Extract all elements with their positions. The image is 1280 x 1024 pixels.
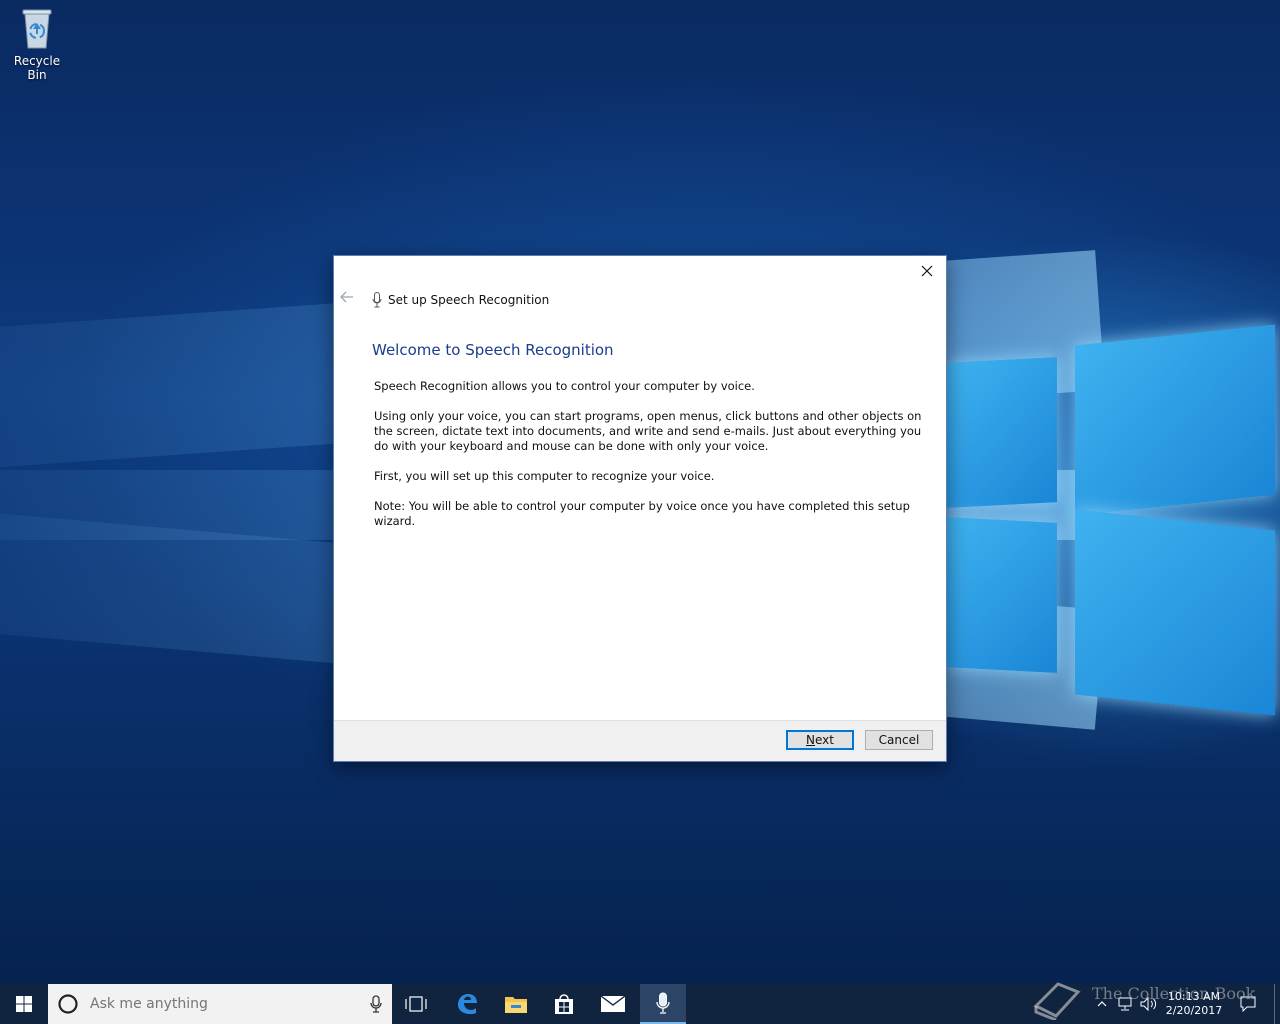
- close-icon: [921, 265, 933, 277]
- watermark-text: The Collection Book: [1092, 984, 1256, 1003]
- dialog-body: Speech Recognition allows you to control…: [374, 379, 929, 544]
- store-icon: [555, 994, 573, 1014]
- task-view-button[interactable]: [394, 984, 438, 1024]
- recycle-bin-icon: [19, 6, 55, 50]
- file-explorer-taskbar-button[interactable]: [494, 984, 538, 1024]
- store-taskbar-button[interactable]: [542, 984, 586, 1024]
- mail-icon: [600, 995, 626, 1012]
- speech-recognition-icon: [656, 992, 670, 1014]
- windows-logo-pane: [1075, 324, 1275, 516]
- microphone-icon[interactable]: [370, 995, 382, 1013]
- back-arrow-icon: [340, 291, 353, 303]
- note-paragraph: Note: You will be able to control your c…: [374, 499, 910, 528]
- dialog-title: Set up Speech Recognition: [388, 293, 550, 307]
- taskbar: 10:13 AM 2/20/2017 The Collection Book: [0, 982, 1280, 1024]
- search-input[interactable]: [88, 995, 352, 1013]
- windows-logo-pane: [1075, 509, 1275, 716]
- file-explorer-icon: [505, 997, 527, 1013]
- show-desktop-button[interactable]: [1274, 984, 1280, 1024]
- dialog-footer: Next Cancel: [334, 720, 946, 761]
- desktop-icon-label: Recycle Bin: [13, 54, 61, 82]
- speech-recognition-taskbar-button[interactable]: [640, 984, 686, 1024]
- capabilities-paragraph: Using only your voice, you can start pro…: [374, 409, 922, 453]
- dialog-heading: Welcome to Speech Recognition: [372, 341, 614, 359]
- next-button-label: Next: [806, 733, 834, 747]
- cortana-icon: [58, 994, 78, 1014]
- windows-logo-pane: [947, 517, 1057, 673]
- next-button[interactable]: Next: [786, 730, 854, 750]
- edge-taskbar-button[interactable]: [445, 984, 489, 1024]
- start-button[interactable]: [0, 984, 48, 1024]
- clock-date: 2/20/2017: [1165, 1004, 1223, 1017]
- speech-setup-dialog: Set up Speech Recognition Welcome to Spe…: [333, 255, 947, 762]
- close-button[interactable]: [914, 260, 940, 282]
- windows-logo-pane: [947, 357, 1057, 508]
- mail-taskbar-button[interactable]: [591, 984, 635, 1024]
- cancel-button[interactable]: Cancel: [865, 730, 933, 750]
- windows-start-icon: [16, 996, 32, 1012]
- edge-icon: [458, 994, 477, 1014]
- intro-paragraph: Speech Recognition allows you to control…: [374, 379, 755, 393]
- microphone-icon: [372, 292, 382, 308]
- back-button[interactable]: [340, 291, 360, 309]
- dialog-title-row: Set up Speech Recognition: [372, 292, 549, 308]
- book-watermark-icon: [1033, 982, 1081, 1020]
- setup-paragraph: First, you will set up this computer to …: [374, 469, 715, 483]
- cortana-search-box[interactable]: [48, 984, 392, 1024]
- task-view-icon: [405, 996, 427, 1012]
- desktop-icon-recycle-bin[interactable]: Recycle Bin: [4, 6, 70, 82]
